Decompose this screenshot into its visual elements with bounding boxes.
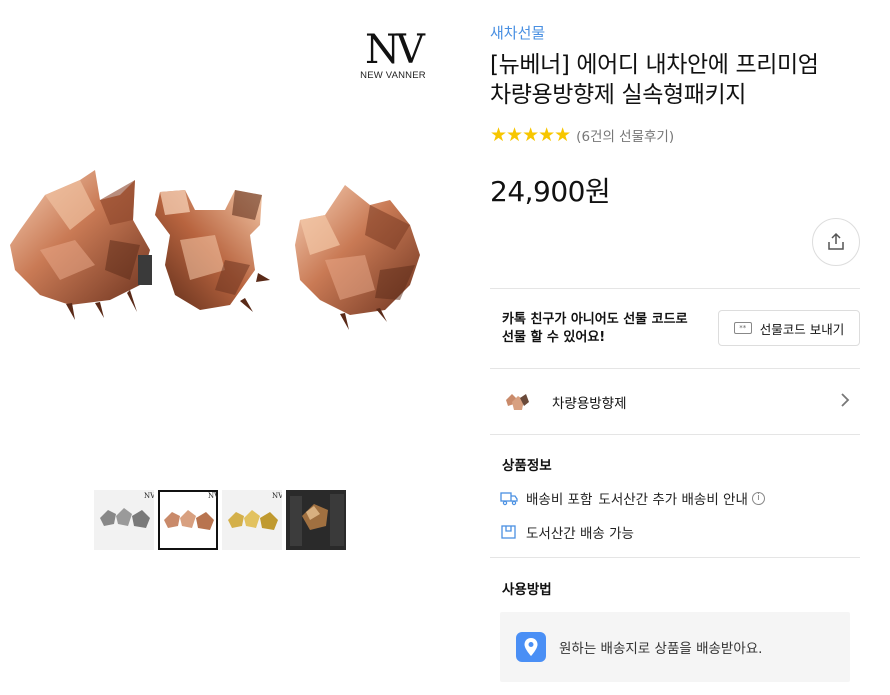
remote-delivery-info: 도서산간 배송 가능 xyxy=(500,522,634,542)
location-pin-icon xyxy=(516,632,546,662)
truck-icon xyxy=(500,492,518,506)
divider xyxy=(490,557,860,558)
divider xyxy=(490,288,860,289)
send-gift-code-button[interactable]: ** 선물코드 보내기 xyxy=(718,310,860,346)
share-button[interactable] xyxy=(812,218,860,266)
svg-text:NV: NV xyxy=(272,492,282,500)
product-price: 24,900원 xyxy=(490,175,611,208)
option-label: 차량용방향제 xyxy=(552,396,627,412)
gift-message-line2: 선물 할 수 있어요! xyxy=(502,330,606,345)
divider xyxy=(490,434,860,435)
brand-logo-mark: NV xyxy=(365,27,425,73)
thumbnail-rosegold[interactable]: NV xyxy=(158,490,218,550)
category-link[interactable]: 새차선물 xyxy=(490,22,545,43)
share-icon xyxy=(828,232,844,250)
svg-text:NV: NV xyxy=(208,492,218,500)
brand-logo-name: NEW VANNER xyxy=(360,70,426,81)
shipping-info: 배송비 포함 도서산간 추가 배송비 안내 i xyxy=(500,488,765,508)
star-rating-icon: ★★★★★ xyxy=(490,124,571,146)
product-title: [뉴베너] 에어디 내차안에 프리미엄 차량용방향제 실속형패키지 xyxy=(490,50,870,110)
shipping-included-text: 배송비 포함 xyxy=(526,492,593,508)
thumbnail-silver[interactable]: NV xyxy=(94,490,154,550)
remote-shipping-fee-link[interactable]: 도서산간 추가 배송비 안내 xyxy=(598,488,748,508)
mouse-figure xyxy=(155,190,270,312)
thumbnail-gold[interactable]: NV xyxy=(222,490,282,550)
gift-code-icon: ** xyxy=(733,322,752,334)
option-thumbnail xyxy=(506,394,529,410)
usage-text: 원하는 배송지로 상품을 배송받아요. xyxy=(559,641,763,657)
usage-title: 사용방법 xyxy=(502,582,552,598)
gift-message: 카톡 친구가 아니어도 선물 코드로 선물 할 수 있어요! xyxy=(502,311,727,347)
send-gift-code-label: 선물코드 보내기 xyxy=(759,321,845,337)
option-selector[interactable]: 차량용방향제 xyxy=(490,370,860,434)
info-icon[interactable]: i xyxy=(751,491,765,505)
svg-text:NV: NV xyxy=(144,492,154,500)
product-photo xyxy=(10,170,420,330)
gift-message-line1: 카톡 친구가 아니어도 선물 코드로 xyxy=(502,312,688,327)
product-title-line1: [뉴베너] 에어디 내차안에 프리미엄 xyxy=(490,52,819,78)
brand-logo: NV NEW VANNER xyxy=(355,30,431,82)
thumbnail-strip: NV NV NV xyxy=(94,490,346,550)
divider xyxy=(490,368,860,369)
bulldog-figure xyxy=(10,170,150,320)
rating: ★★★★★ (6건의 선물후기) xyxy=(490,124,674,146)
remote-delivery-text: 도서산간 배송 가능 xyxy=(526,526,634,542)
bear-figure xyxy=(295,185,420,330)
product-info-title: 상품정보 xyxy=(502,458,552,474)
product-main-image: NV NEW VANNER xyxy=(0,0,445,470)
box-icon xyxy=(501,525,516,539)
product-title-line2: 차량용방향제 실속형패키지 xyxy=(490,82,747,108)
chevron-right-icon xyxy=(840,392,850,413)
review-count-link[interactable]: (6건의 선물후기) xyxy=(576,125,674,145)
usage-box: 원하는 배송지로 상품을 배송받아요. xyxy=(500,612,850,682)
thumbnail-installed[interactable] xyxy=(286,490,346,550)
